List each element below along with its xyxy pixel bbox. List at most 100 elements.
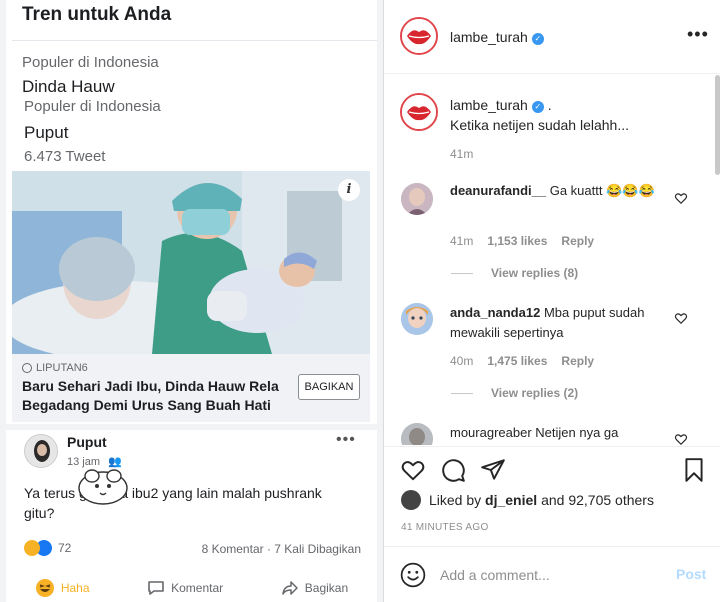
trend-caption: Populer di Indonesia bbox=[24, 98, 161, 115]
caption-time: 41m bbox=[450, 147, 474, 161]
more-options-icon[interactable]: ••• bbox=[687, 25, 709, 43]
add-comment-input[interactable] bbox=[440, 565, 660, 585]
haha-label: Haha bbox=[60, 580, 90, 595]
globe-icon bbox=[22, 363, 32, 373]
share-post-button[interactable]: Bagikan bbox=[281, 579, 348, 597]
reply-button[interactable]: Reply bbox=[561, 234, 594, 248]
avatar[interactable] bbox=[24, 434, 58, 468]
caption-avatar[interactable] bbox=[400, 93, 438, 131]
post-header: lambe_turah ✓ ••• bbox=[384, 0, 720, 74]
liked-by-suffix[interactable]: and 92,705 others bbox=[537, 492, 654, 508]
reaction-count: 72 bbox=[58, 541, 72, 555]
profile-avatar[interactable] bbox=[400, 17, 438, 55]
liked-by-prefix: Liked by bbox=[429, 492, 486, 508]
replies-line bbox=[451, 273, 473, 274]
commenter-avatar[interactable] bbox=[401, 423, 433, 445]
liked-by-username[interactable]: dj_eniel bbox=[485, 492, 537, 508]
share-arrow-icon bbox=[282, 580, 298, 595]
comment-button[interactable]: Komentar bbox=[147, 579, 223, 597]
comment-likes[interactable]: 1,153 likes bbox=[487, 234, 547, 248]
like-heart-icon[interactable] bbox=[400, 457, 426, 483]
comment-text: mouragreaber Netijen nya ga bbox=[450, 423, 665, 443]
emoji-smiley-icon[interactable] bbox=[400, 562, 426, 588]
haha-emoji-icon bbox=[35, 578, 54, 597]
comment-icon bbox=[148, 580, 164, 595]
header-username-label: lambe_turah bbox=[450, 29, 528, 45]
header-username[interactable]: lambe_turah ✓ bbox=[450, 29, 544, 45]
post-text: Ya terus g lo kira ibu2 yang lain malah … bbox=[24, 485, 322, 521]
news-source-label: LIPUTAN6 bbox=[36, 362, 88, 374]
comment-share-counts[interactable]: 8 Komentar · 7 Kali Dibagikan bbox=[202, 542, 361, 556]
trends-title: Tren untuk Anda bbox=[22, 4, 172, 25]
reaction-summary[interactable]: 72 bbox=[24, 540, 71, 556]
comment-time: 41m bbox=[450, 234, 474, 248]
avatar-image bbox=[25, 435, 57, 467]
comments-scrollbar[interactable] bbox=[715, 75, 720, 175]
news-link-box[interactable]: LIPUTAN6 Baru Sehari Jadi Ibu, Dinda Hau… bbox=[12, 354, 370, 422]
replies-line bbox=[451, 393, 473, 394]
instagram-post-panel: lambe_turah ✓ ••• lambe_turah ✓ . Ketika n… bbox=[383, 0, 720, 602]
news-headline[interactable]: Baru Sehari Jadi Ibu, Dinda Hauw Rela Be… bbox=[22, 377, 292, 415]
likes-summary: Liked by dj_eniel and 92,705 others bbox=[401, 490, 654, 510]
avatar-image bbox=[401, 423, 433, 445]
comment-meta: 41m 1,153 likes Reply bbox=[450, 234, 594, 248]
commenter-avatar[interactable] bbox=[401, 303, 433, 335]
comments-list[interactable]: lambe_turah ✓ . Ketika netijen sudah lela… bbox=[384, 75, 720, 445]
comment-text: anda_nanda12 Mba puput sudah mewakili se… bbox=[450, 303, 665, 343]
comment-time: 40m bbox=[450, 354, 474, 368]
comment-body: Ga kuattt 😂😂😂 bbox=[549, 183, 655, 198]
post-timestamp: 41 MINUTES AGO bbox=[401, 522, 489, 533]
left-screenshot-panel: Tren untuk Anda Populer di Indonesia Din… bbox=[0, 0, 383, 602]
save-bookmark-icon[interactable] bbox=[681, 457, 707, 483]
info-icon[interactable]: i bbox=[338, 179, 360, 201]
comment-text: deanurafandi__ Ga kuattt 😂😂😂 bbox=[450, 181, 670, 201]
news-photo[interactable]: i bbox=[12, 171, 370, 354]
like-comment-heart-icon[interactable] bbox=[674, 432, 688, 445]
verified-badge-icon: ✓ bbox=[531, 33, 544, 45]
avatar-image bbox=[401, 183, 433, 215]
hospital-photo bbox=[12, 171, 370, 354]
caption-text: . bbox=[547, 97, 552, 113]
haha-reaction-icon bbox=[24, 540, 40, 556]
divider bbox=[12, 40, 377, 41]
verified-badge-icon: ✓ bbox=[531, 101, 544, 113]
lips-logo-icon bbox=[402, 95, 436, 129]
lips-logo-icon bbox=[402, 19, 436, 53]
post-comment-button[interactable]: Post bbox=[676, 566, 706, 582]
comment-username[interactable]: mouragreaber bbox=[450, 425, 532, 440]
trend-caption: Populer di Indonesia bbox=[22, 54, 159, 71]
share-paper-plane-icon[interactable] bbox=[480, 457, 506, 483]
comment-bubble-icon[interactable] bbox=[440, 457, 466, 483]
like-comment-heart-icon[interactable] bbox=[674, 191, 688, 205]
comment-username[interactable]: deanurafandi__ bbox=[450, 183, 546, 198]
avatar-image bbox=[401, 303, 433, 335]
view-replies-button[interactable]: View replies (2) bbox=[491, 386, 578, 400]
commenter-avatar[interactable] bbox=[401, 183, 433, 215]
reply-button[interactable]: Reply bbox=[561, 354, 594, 368]
tweet-count: 6.473 Tweet bbox=[24, 148, 106, 165]
caption-body: Ketika netijen sudah lelahh... bbox=[450, 117, 630, 133]
post-author[interactable]: Puput bbox=[67, 434, 107, 450]
trend-name[interactable]: Dinda Hauw bbox=[22, 77, 115, 97]
share-label: Bagikan bbox=[304, 580, 349, 595]
divider bbox=[6, 424, 377, 430]
comment-label: Komentar bbox=[171, 580, 224, 595]
trend-name[interactable]: Puput bbox=[24, 123, 68, 143]
comment-username[interactable]: anda_nanda12 bbox=[450, 305, 540, 320]
share-button[interactable]: BAGIKAN bbox=[298, 374, 360, 400]
caption-line: lambe_turah ✓ . bbox=[450, 95, 552, 115]
trends-card: Tren untuk Anda Populer di Indonesia Din… bbox=[6, 0, 377, 602]
add-comment-bar: Post bbox=[384, 546, 720, 602]
more-options-icon[interactable]: ••• bbox=[336, 431, 356, 449]
news-source: LIPUTAN6 bbox=[22, 362, 88, 374]
like-comment-heart-icon[interactable] bbox=[674, 311, 688, 325]
haha-button[interactable]: Haha bbox=[35, 578, 90, 598]
caption-username[interactable]: lambe_turah bbox=[450, 97, 528, 113]
comment-body: Netijen nya ga bbox=[535, 425, 619, 440]
comment-likes[interactable]: 1,475 likes bbox=[487, 354, 547, 368]
post-action-bar: Haha Komentar Bagikan bbox=[6, 573, 377, 602]
liker-avatar[interactable] bbox=[401, 490, 421, 510]
comment-meta: 40m 1,475 likes Reply bbox=[450, 354, 594, 368]
dog-sticker bbox=[78, 469, 128, 505]
view-replies-button[interactable]: View replies (8) bbox=[491, 266, 578, 280]
